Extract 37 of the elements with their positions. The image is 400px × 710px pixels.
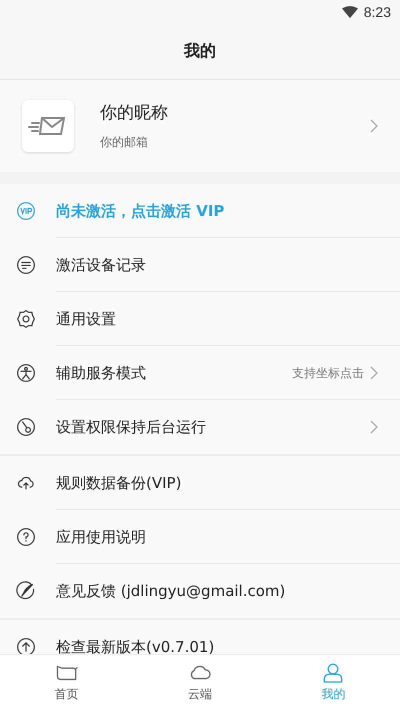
chevron-icon <box>370 366 378 380</box>
menu-item[interactable]: 通用设置 <box>0 292 400 346</box>
menu-label: 规则数据备份(VIP) <box>56 474 182 492</box>
email-label: 你的邮箱 <box>100 134 149 151</box>
menu-item[interactable]: 意见反馈 (jdlingyu@gmail.com) <box>0 564 400 618</box>
feather-icon <box>16 581 36 601</box>
menu-item[interactable]: 辅助服务模式 支持坐标点击 <box>0 346 400 400</box>
settings-icon <box>16 309 36 329</box>
menu-label: 辅助服务模式 <box>56 364 147 382</box>
menu-detail: 支持坐标点击 <box>292 364 364 382</box>
menu-label: 通用设置 <box>56 310 117 328</box>
nav-tab[interactable]: 首页 <box>0 655 134 710</box>
upload-icon <box>16 637 36 654</box>
menu-item[interactable]: 检查最新版本(v0.7.01) <box>0 620 400 654</box>
profile-card[interactable]: 你的昵称 你的邮箱 <box>0 80 400 172</box>
chevron-icon <box>370 119 378 133</box>
page-title: 我的 <box>184 41 216 62</box>
menu-item[interactable]: 激活设备记录 <box>0 238 400 292</box>
menu-item[interactable]: 应用使用说明 <box>0 510 400 564</box>
vip-icon <box>16 201 36 221</box>
status-time: 8:23 <box>364 4 391 20</box>
menu-label: 意见反馈 (jdlingyu@gmail.com) <box>56 582 286 600</box>
help-icon <box>16 527 36 547</box>
menu-item[interactable]: 设置权限保持后台运行 <box>0 400 400 454</box>
menu-label: 激活设备记录 <box>56 256 147 274</box>
chevron-icon <box>370 420 378 434</box>
nickname: 你的昵称 <box>100 102 169 124</box>
menu-label: 设置权限保持后台运行 <box>56 418 207 436</box>
menu-label: 应用使用说明 <box>56 528 147 546</box>
wifi-icon <box>342 6 358 18</box>
nav-tab[interactable]: 云端 <box>133 655 267 710</box>
person-icon <box>16 363 36 383</box>
avatar-icon <box>22 100 74 152</box>
list-icon <box>16 255 36 275</box>
menu-item[interactable]: 规则数据备份(VIP) <box>0 456 400 510</box>
menu-label: 检查最新版本(v0.7.01) <box>56 638 216 654</box>
menu-label: 尚未激活，点击激活 VIP <box>56 202 226 220</box>
